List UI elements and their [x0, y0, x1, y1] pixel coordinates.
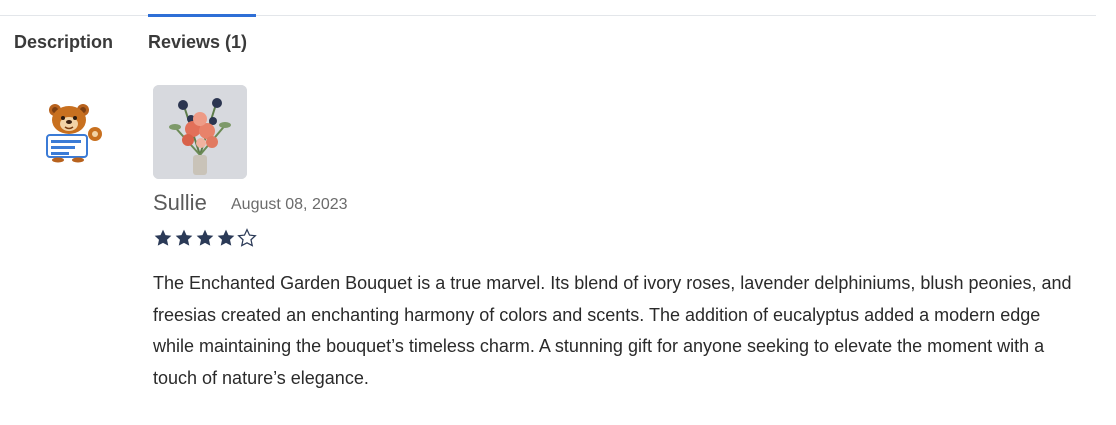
- star-filled-icon: [217, 229, 235, 246]
- bear-mascot-icon: [46, 104, 102, 163]
- reviewer-avatar: [38, 100, 108, 170]
- review-date: August 08, 2023: [231, 196, 348, 213]
- review-photo[interactable]: [153, 85, 247, 179]
- star-filled-icon: [175, 229, 193, 246]
- tab-reviews-label: Reviews (1): [148, 31, 248, 52]
- tab-reviews[interactable]: Reviews (1): [148, 14, 258, 70]
- tab-description[interactable]: Description: [14, 14, 132, 70]
- star-empty-icon: [237, 228, 257, 247]
- star-rating: [153, 228, 257, 252]
- tab-description-label: Description: [14, 31, 114, 52]
- star-filled-icon: [196, 229, 214, 246]
- star-filled-icon: [154, 229, 172, 246]
- bouquet-photo-icon: [153, 85, 247, 179]
- review-text: The Enchanted Garden Bouquet is a true m…: [153, 273, 1072, 388]
- product-tabs: Description Reviews (1): [0, 0, 1116, 70]
- reviewer-name: Sullie: [153, 190, 207, 215]
